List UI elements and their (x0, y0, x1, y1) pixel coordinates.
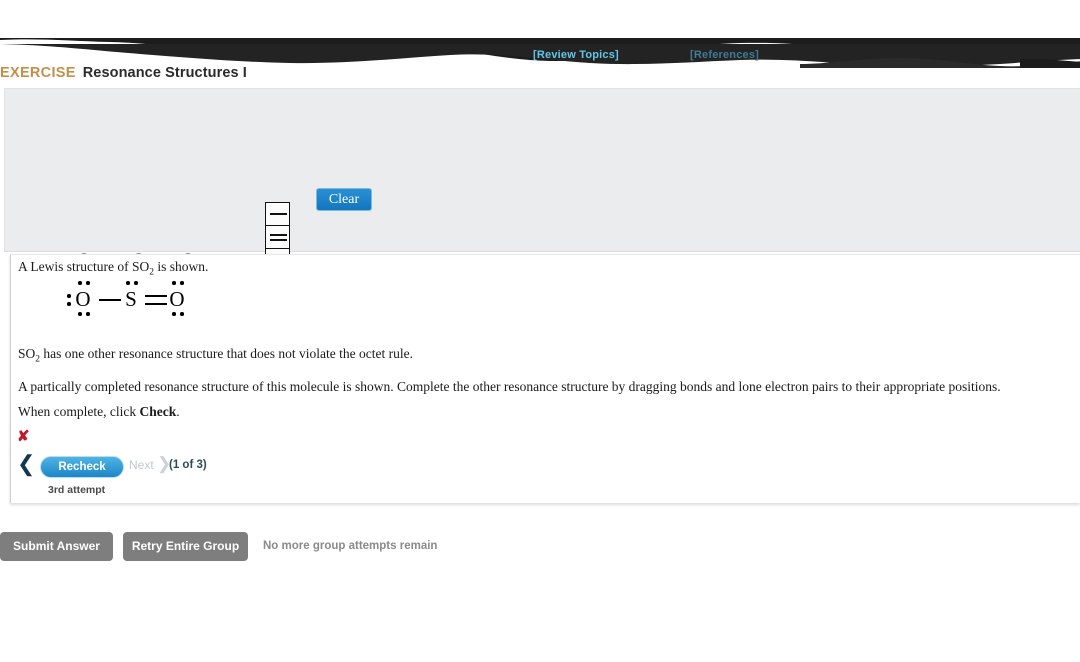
q4-prefix: When complete, click (18, 404, 140, 419)
bond-line (270, 239, 287, 241)
double-bond-line (145, 295, 167, 297)
bond-line (270, 213, 287, 215)
electron-dot (180, 312, 184, 316)
electron-dot (134, 281, 138, 285)
electron-dot (172, 281, 176, 285)
attempt-status: 3rd attempt (48, 484, 106, 496)
electron-dot (86, 312, 90, 316)
lewis-atom-oxygen-left: O (75, 287, 91, 311)
clear-button[interactable]: Clear (316, 188, 372, 211)
electron-dot (67, 294, 71, 298)
exercise-heading: EXERCISE Resonance Structures I (0, 64, 1080, 86)
electron-dot (78, 312, 82, 316)
progress-counter: (1 of 3) (169, 459, 207, 471)
electron-dot (67, 302, 71, 306)
question-line-4: When complete, click Check. (18, 404, 180, 420)
lewis-atom-oxygen-right: O (169, 287, 185, 311)
question-line-1: A Lewis structure of SO2 is shown. (18, 259, 208, 278)
single-bond (99, 299, 121, 301)
incorrect-mark-icon: ✘ (17, 429, 30, 445)
top-navigation-bar: [Review Topics] [References] (0, 0, 1080, 68)
q2-suffix: has one other resonance structure that d… (40, 346, 414, 361)
molecule-drawing-canvas[interactable]: Clear O S O (4, 88, 1080, 301)
exercise-label: EXERCISE (0, 65, 76, 81)
electron-dot (180, 281, 184, 285)
check-emphasis: Check (139, 404, 177, 419)
q1-prefix: A Lewis structure of SO (18, 259, 150, 274)
electron-dot (172, 312, 176, 316)
next-button[interactable]: Next (129, 458, 154, 472)
electron-dot (126, 281, 130, 285)
recheck-button[interactable]: Recheck (40, 456, 124, 478)
q1-suffix: is shown. (153, 259, 209, 274)
question-line-3: A partically completed resonance structu… (18, 379, 1001, 394)
retry-entire-group-button[interactable]: Retry Entire Group (123, 532, 248, 561)
no-more-attempts-text: No more group attempts remain (263, 540, 438, 552)
review-topics-link[interactable]: [Review Topics] (533, 49, 619, 61)
single-bond-tool[interactable] (265, 202, 290, 226)
previous-chevron-icon[interactable]: ❮ (17, 452, 35, 476)
double-bond-line (145, 303, 167, 305)
electron-dot (78, 281, 82, 285)
lewis-atom-sulfur: S (125, 287, 137, 311)
question-line-2: SO2 has one other resonance structure th… (18, 346, 413, 365)
q4-suffix: . (176, 404, 180, 419)
references-link[interactable]: [References] (690, 49, 759, 61)
double-bond-tool[interactable] (265, 225, 290, 249)
q2-prefix: SO (18, 346, 36, 361)
page-title: Resonance Structures I (82, 65, 247, 81)
electron-dot (86, 281, 90, 285)
bond-line (270, 234, 287, 236)
submit-answer-button[interactable]: Submit Answer (0, 532, 113, 561)
